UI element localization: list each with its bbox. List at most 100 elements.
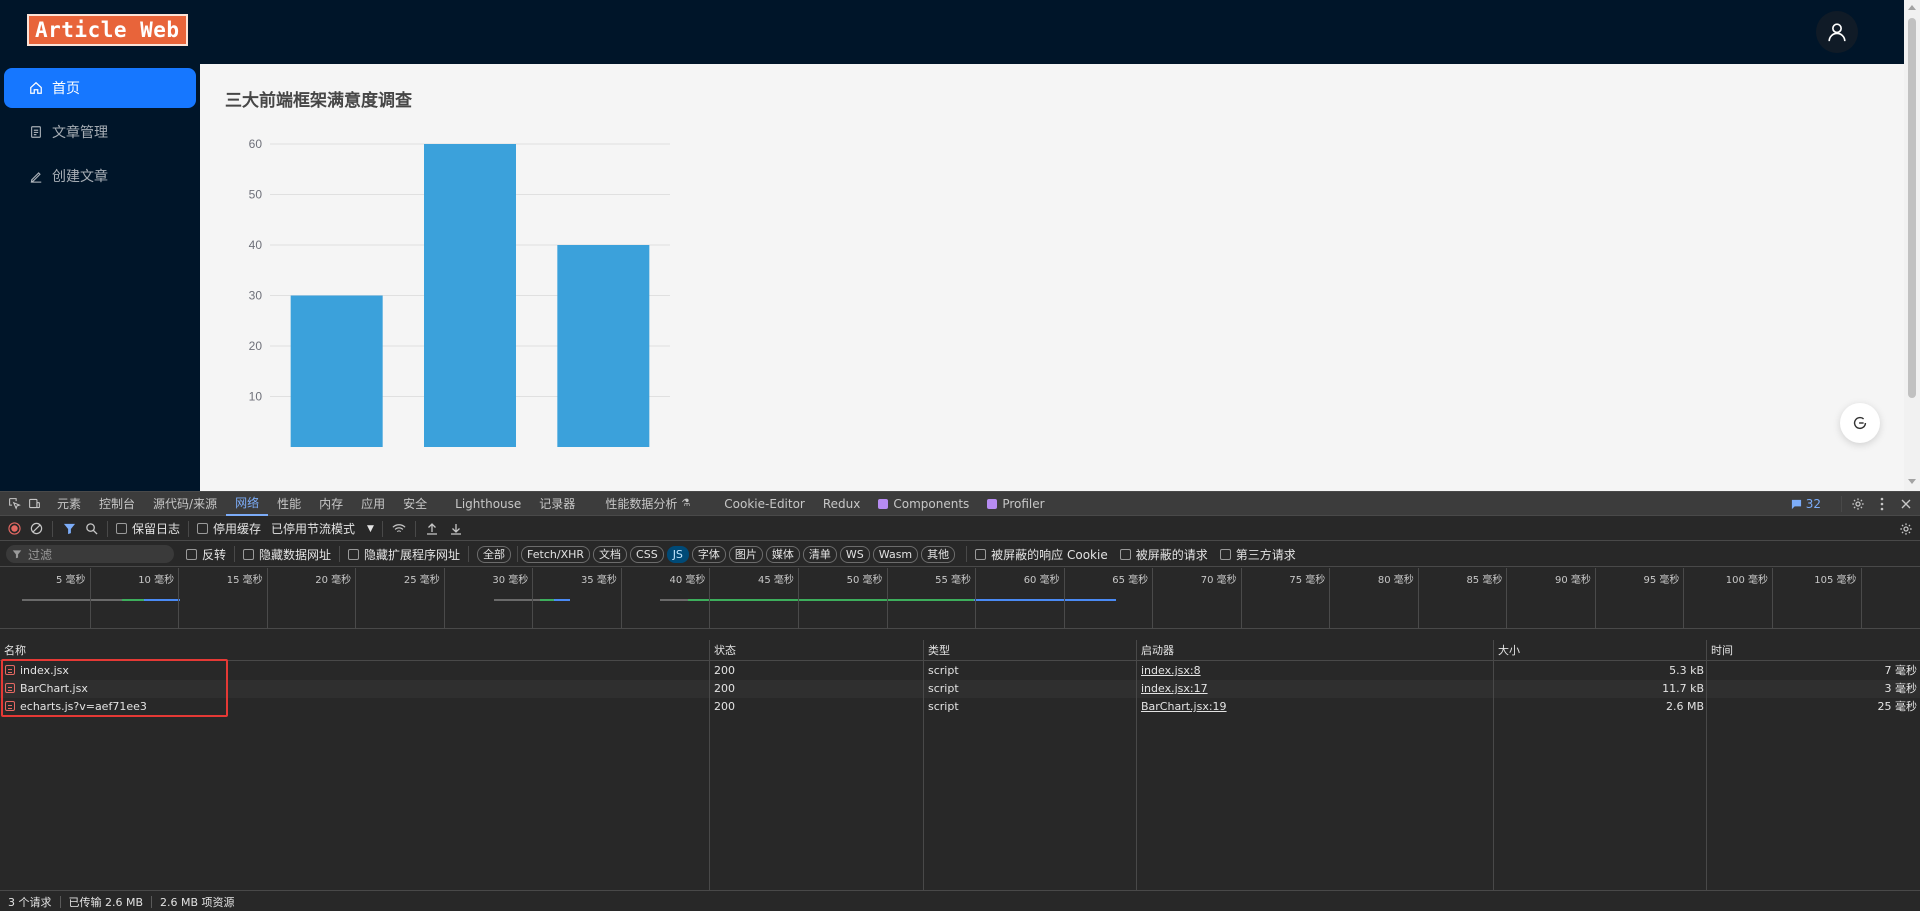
filter-icon[interactable] [61, 521, 77, 537]
column-header-name[interactable]: 名称 [0, 640, 26, 661]
y-axis-tick-label: 40 [249, 238, 263, 252]
main-content: 三大前端框架满意度调查 10 20 30 40 50 60 [200, 64, 1904, 491]
column-header-time[interactable]: 时间 [1707, 640, 1733, 661]
filter-input[interactable]: 过滤 [6, 545, 174, 563]
tab-network[interactable]: 网络 [226, 492, 269, 516]
tab-profiler[interactable]: Profiler [978, 492, 1053, 516]
filter-chip-other[interactable]: 其他 [921, 545, 956, 563]
tab-memory[interactable]: 内存 [310, 492, 352, 516]
filter-chip-wasm[interactable]: Wasm [872, 545, 919, 563]
tab-redux[interactable]: Redux [814, 492, 870, 516]
column-divider[interactable] [1493, 640, 1494, 891]
filter-chip-doc[interactable]: 文档 [593, 545, 628, 563]
tab-components[interactable]: Components [869, 492, 978, 516]
filter-chip-ws[interactable]: WS [839, 545, 870, 563]
initiator-link[interactable]: BarChart.jsx:19 [1141, 700, 1227, 713]
network-settings-icon[interactable] [1898, 521, 1914, 537]
column-header-size[interactable]: 大小 [1494, 640, 1520, 661]
table-row[interactable]: BarChart.jsx 200 script index.jsx:17 11.… [0, 680, 1920, 698]
scroll-up-icon[interactable] [1908, 5, 1916, 10]
filter-chip-fetch-xhr[interactable]: Fetch/XHR [521, 545, 591, 563]
table-row[interactable]: echarts.js?v=aef71ee3 200 script BarChar… [0, 698, 1920, 716]
network-conditions-icon[interactable] [391, 521, 407, 537]
chart-bar[interactable] [557, 245, 650, 447]
scroll-down-icon[interactable] [1908, 479, 1916, 484]
download-icon[interactable] [448, 521, 464, 537]
timeline-gridline [886, 568, 888, 629]
app-header: Article Web [0, 0, 1904, 64]
float-button[interactable] [1840, 403, 1880, 443]
device-toolbar-icon[interactable] [26, 496, 42, 512]
tab-cookie-editor[interactable]: Cookie-Editor [715, 492, 814, 516]
menu-item-articles[interactable]: 文章管理 [4, 112, 196, 152]
column-header-initiator[interactable]: 启动器 [1137, 640, 1174, 661]
filter-chip-all[interactable]: 全部 [477, 545, 512, 563]
resources-size: 2.6 MB 项资源 [160, 895, 235, 909]
clear-icon[interactable] [28, 521, 44, 537]
filter-chip-img[interactable]: 图片 [728, 545, 763, 563]
column-header-status[interactable]: 状态 [710, 640, 736, 661]
timeline-tick-label: 45 毫秒 [758, 575, 794, 586]
menu-item-create[interactable]: 创建文章 [4, 156, 196, 196]
invert-checkbox[interactable]: 反转 [186, 546, 226, 563]
tab-elements[interactable]: 元素 [48, 492, 90, 516]
tab-console[interactable]: 控制台 [90, 492, 144, 516]
request-status: 200 [714, 664, 735, 677]
chart-bar[interactable] [290, 295, 383, 448]
refresh-icon [1853, 416, 1867, 430]
home-icon [28, 80, 44, 96]
chart-bar[interactable] [424, 144, 516, 447]
column-divider[interactable] [1706, 640, 1707, 891]
filter-chip-css[interactable]: CSS [630, 545, 664, 563]
more-icon[interactable] [1874, 496, 1890, 512]
timeline-gridline [178, 568, 180, 629]
tab-performance[interactable]: 性能 [268, 492, 310, 516]
scrollbar-thumb[interactable] [1908, 18, 1916, 398]
upload-icon[interactable] [424, 521, 440, 537]
disable-cache-checkbox[interactable]: 停用缓存 [197, 520, 261, 537]
tab-performance-insights[interactable]: 性能数据分析 ⚗ [596, 492, 699, 516]
blocked-requests-checkbox[interactable]: 被屏蔽的请求 [1119, 546, 1208, 563]
timeline-bar [540, 599, 554, 601]
timeline-tick-label: 85 毫秒 [1466, 575, 1503, 586]
column-divider[interactable] [923, 640, 924, 891]
page-scrollbar[interactable] [1904, 0, 1920, 491]
user-avatar[interactable] [1816, 11, 1858, 53]
record-icon[interactable] [6, 521, 22, 537]
flask-icon: ⚗ [681, 497, 691, 509]
filter-chip-media[interactable]: 媒体 [765, 545, 800, 563]
blocked-cookies-checkbox[interactable]: 被屏蔽的响应 Cookie [975, 546, 1108, 563]
hide-data-urls-checkbox[interactable]: 隐藏数据网址 [243, 546, 331, 563]
issues-counter[interactable]: 32 [1791, 497, 1821, 511]
app-logo[interactable]: Article Web [27, 14, 188, 46]
column-divider[interactable] [709, 640, 710, 891]
request-status: 200 [714, 700, 735, 713]
column-divider[interactable] [1136, 640, 1137, 891]
column-header-type[interactable]: 类型 [924, 640, 950, 661]
throttling-select[interactable]: 已停用节流模式 ▼ [271, 520, 374, 537]
network-overview-timeline[interactable]: 5 毫秒 10 毫秒 15 毫秒 20 毫秒 25 毫秒 30 毫秒 35 毫秒 40 毫秒 4… [0, 568, 1920, 629]
filter-chip-manifest[interactable]: 清单 [802, 545, 837, 563]
third-party-checkbox[interactable]: 第三方请求 [1219, 546, 1296, 563]
tab-sources[interactable]: 源代码/来源 [144, 492, 226, 516]
initiator-link[interactable]: index.jsx:8 [1141, 664, 1201, 677]
timeline-gridline [355, 568, 357, 629]
filter-icon [12, 550, 22, 559]
initiator-link[interactable]: index.jsx:17 [1141, 682, 1208, 695]
preserve-log-checkbox[interactable]: 保留日志 [116, 520, 180, 537]
filter-chip-font[interactable]: 字体 [691, 545, 726, 563]
close-icon[interactable] [1898, 496, 1914, 512]
tab-lighthouse[interactable]: Lighthouse [446, 492, 530, 516]
inspect-element-icon[interactable] [6, 496, 22, 512]
menu-item-label: 文章管理 [52, 125, 108, 141]
menu-item-home[interactable]: 首页 [4, 68, 196, 108]
hide-extension-urls-checkbox[interactable]: 隐藏扩展程序网址 [348, 546, 460, 563]
tab-recorder[interactable]: 记录器 [530, 492, 584, 516]
tab-security[interactable]: 安全 [394, 492, 436, 516]
tab-application[interactable]: 应用 [352, 492, 394, 516]
search-icon[interactable] [83, 521, 99, 537]
filter-chip-js[interactable]: JS [666, 545, 689, 563]
timeline-tick-label: 105 毫秒 [1814, 575, 1857, 586]
table-row[interactable]: index.jsx 200 script index.jsx:8 5.3 kB … [0, 662, 1920, 680]
settings-icon[interactable] [1850, 496, 1866, 512]
